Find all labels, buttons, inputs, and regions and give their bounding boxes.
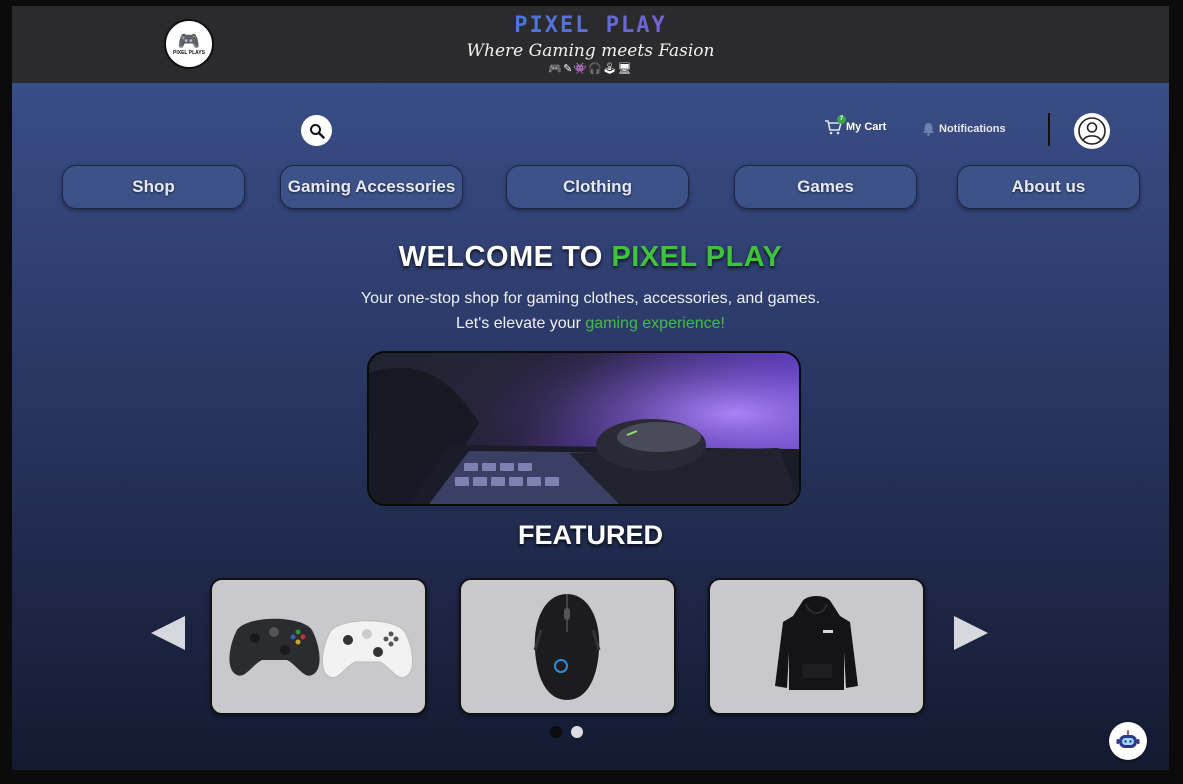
hero-subtitle: Your one-stop shop for gaming clothes, a…	[12, 286, 1169, 336]
xbox-controllers-image	[229, 618, 413, 679]
bell-icon	[923, 123, 934, 136]
hero-subtitle-prefix: Let's elevate your	[456, 315, 586, 332]
hero-title-prefix: WELCOME TO	[398, 241, 612, 273]
carousel-next-arrow[interactable]	[954, 616, 988, 650]
hero-subtitle-line1: Your one-stop shop for gaming clothes, a…	[360, 290, 821, 307]
featured-card-controllers[interactable]	[210, 578, 427, 715]
main-content: 7 My Cart Notifications Shop Gaming Acce…	[12, 83, 1169, 770]
featured-card-mouse[interactable]	[459, 578, 676, 715]
search-icon	[309, 123, 325, 139]
brand-tagline: Where Gaming meets Fasion	[466, 41, 715, 61]
hero-banner-image	[367, 351, 801, 506]
nav-games[interactable]: Games	[734, 165, 917, 209]
carousel-prev-arrow[interactable]	[151, 616, 185, 650]
notifications-label: Notifications	[939, 123, 1006, 135]
top-header: 🎮 PIXEL PLAYS PIXEL PLAY Where Gaming me…	[12, 6, 1169, 83]
robot-icon	[1116, 730, 1140, 748]
hero-subtitle-highlight: gaming experience!	[585, 315, 725, 332]
brand-title: PIXEL PLAY	[12, 13, 1169, 38]
hero-title-highlight: PIXEL PLAY	[611, 241, 783, 273]
user-avatar-icon	[1078, 117, 1106, 145]
carousel-dot-2[interactable]	[571, 726, 583, 738]
cart-label: My Cart	[846, 121, 887, 133]
hero-title: WELCOME TO PIXEL PLAY	[12, 241, 1169, 274]
featured-heading: FEATURED	[518, 520, 663, 550]
brand-icon-strip: 🎮✎👾🎧🕹🖥	[548, 63, 633, 75]
hero-subtitle-line2: Let's elevate your gaming experience!	[12, 311, 1169, 336]
chatbot-button[interactable]	[1109, 722, 1147, 760]
notifications-button[interactable]: Notifications	[922, 122, 1006, 136]
nav-about-us[interactable]: About us	[957, 165, 1140, 209]
cart-count-badge: 7	[837, 115, 846, 124]
black-hoodie-image	[775, 596, 858, 690]
toolbar-divider	[1048, 113, 1050, 146]
search-button[interactable]	[301, 115, 332, 146]
nav-clothing[interactable]: Clothing	[506, 165, 689, 209]
gaming-mouse-image	[533, 594, 601, 700]
nav-shop[interactable]: Shop	[62, 165, 245, 209]
cart-button[interactable]: 7 My Cart	[824, 115, 887, 135]
profile-button[interactable]	[1074, 113, 1110, 149]
nav-gaming-accessories[interactable]: Gaming Accessories	[280, 165, 463, 209]
carousel-dot-1[interactable]	[550, 726, 562, 738]
app-frame: 🎮 PIXEL PLAYS PIXEL PLAY Where Gaming me…	[12, 6, 1169, 770]
cart-icon: 7	[824, 115, 846, 135]
featured-card-hoodie[interactable]	[708, 578, 925, 715]
